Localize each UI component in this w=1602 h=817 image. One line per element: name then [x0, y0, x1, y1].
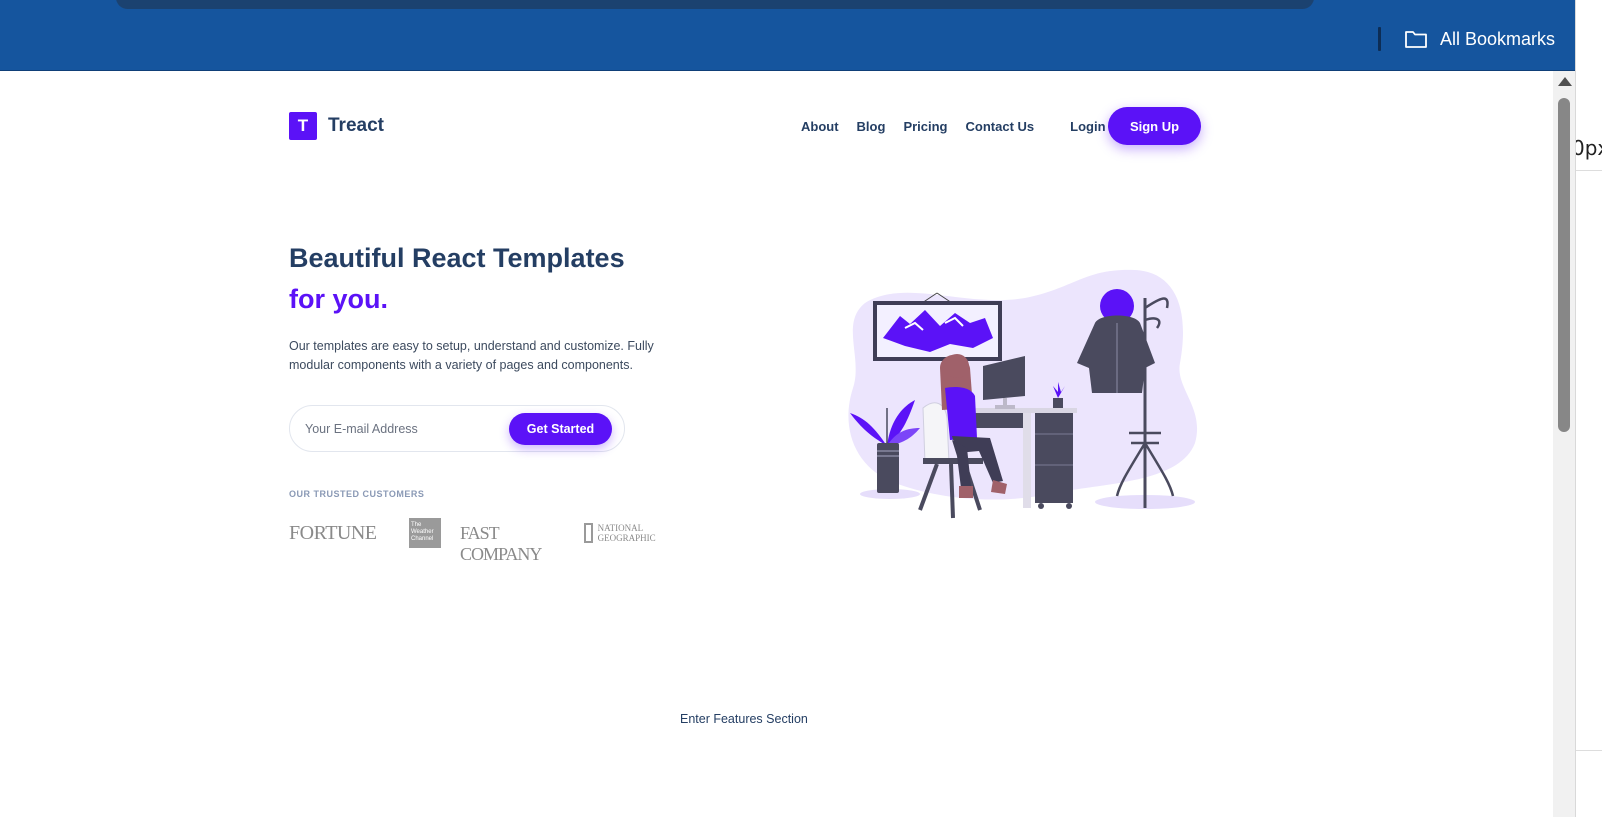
nav-link-about[interactable]: About — [801, 119, 839, 134]
scrollbar-thumb[interactable] — [1558, 98, 1570, 432]
hero-title: Beautiful React Templates for you. — [289, 238, 625, 320]
hero-description: Our templates are easy to setup, underst… — [289, 339, 654, 372]
sign-up-button[interactable]: Sign Up — [1108, 107, 1201, 145]
nav-link-pricing[interactable]: Pricing — [903, 119, 947, 134]
all-bookmarks-label: All Bookmarks — [1440, 28, 1556, 49]
side-panel-text: 0px — [1576, 136, 1602, 160]
side-panel-fragment: 0px — [1575, 0, 1602, 817]
browser-toolbar: All Bookmarks — [0, 0, 1575, 71]
page-scrollbar[interactable] — [1553, 71, 1575, 817]
hero-title-accent: for you. — [289, 284, 388, 314]
bookmarks-divider — [1378, 27, 1381, 51]
folder-icon — [1404, 29, 1428, 49]
side-panel-divider — [1576, 750, 1602, 751]
email-input[interactable] — [303, 416, 507, 442]
trusted-customers-label: OUR TRUSTED CUSTOMERS — [289, 489, 425, 499]
address-bar[interactable] — [116, 0, 1314, 9]
hero-illustration — [845, 268, 1205, 533]
weather-channel-logo: The Weather Channel — [409, 518, 441, 548]
fast-company-logo: FAST COMPANY — [460, 523, 542, 564]
logo-icon: T — [289, 112, 317, 140]
scroll-up-arrow-icon[interactable] — [1558, 77, 1572, 86]
fortune-logo: FORTUNE — [289, 522, 377, 544]
get-started-button[interactable]: Get Started — [509, 413, 612, 445]
features-section-placeholder: Enter Features Section — [680, 712, 808, 726]
nav-link-contact-us[interactable]: Contact Us — [966, 119, 1035, 134]
brand-logo[interactable]: T Treact — [289, 112, 384, 140]
email-signup-form: Get Started — [289, 405, 625, 452]
all-bookmarks-button[interactable]: All Bookmarks — [1404, 26, 1555, 52]
national-geographic-logo: NATIONAL GEOGRAPHIC — [584, 520, 659, 546]
main-nav: About Blog Pricing Contact Us Login — [801, 110, 1106, 142]
nav-link-blog[interactable]: Blog — [857, 119, 886, 134]
natgeo-text: NATIONAL GEOGRAPHIC — [597, 523, 656, 543]
side-panel-divider — [1576, 170, 1602, 171]
hero-title-line1: Beautiful React Templates — [289, 243, 625, 273]
brand-name: Treact — [328, 115, 384, 136]
nav-link-login[interactable]: Login — [1070, 119, 1105, 134]
person-at-desk-illustration — [848, 269, 1198, 519]
natgeo-frame-icon — [584, 523, 593, 543]
